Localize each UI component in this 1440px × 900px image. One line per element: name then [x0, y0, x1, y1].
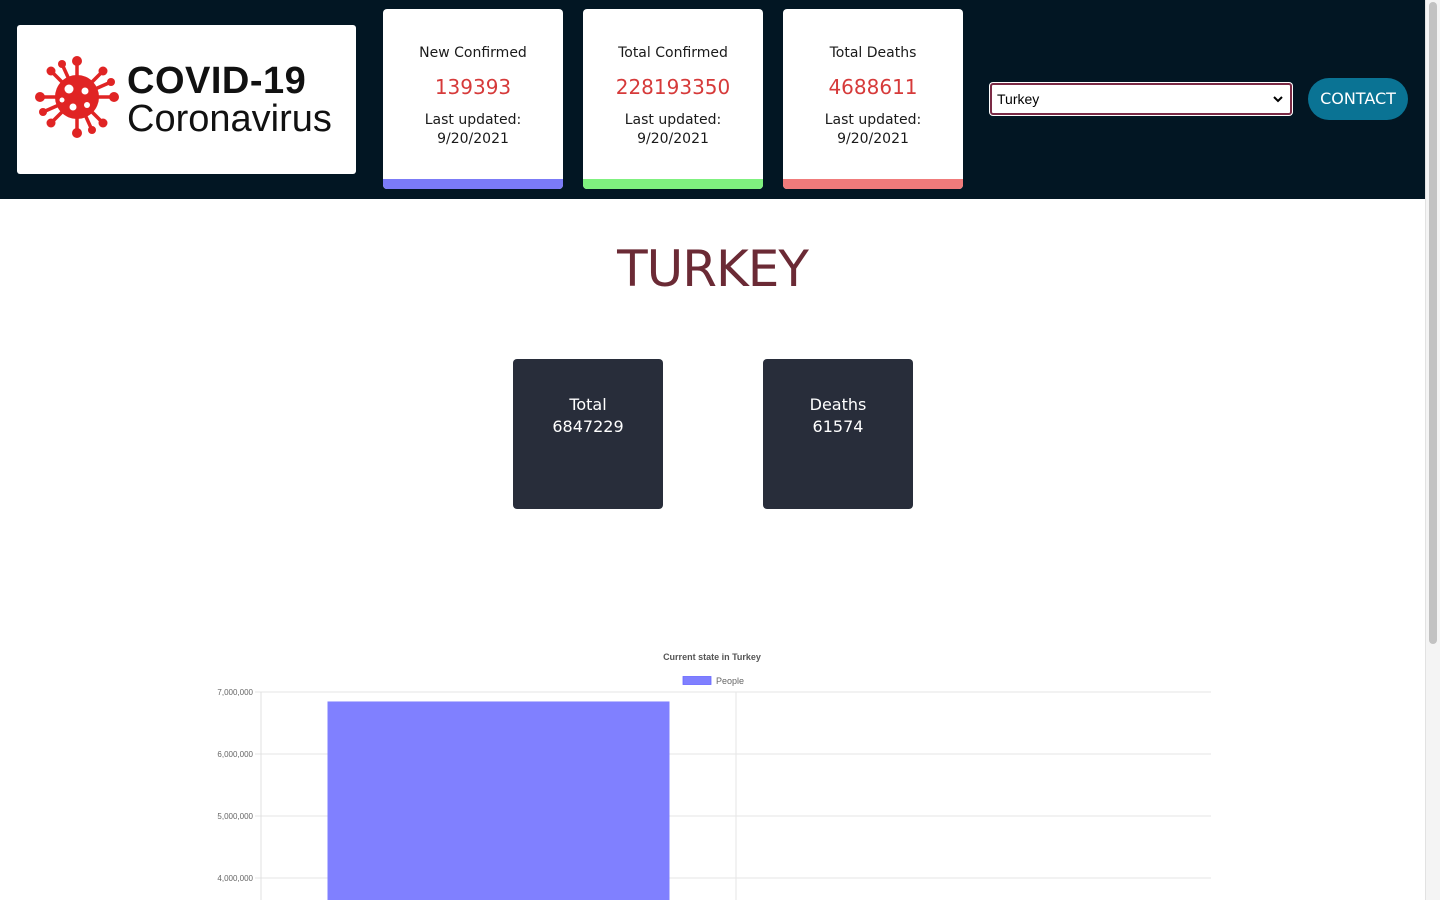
scrollbar[interactable]	[1425, 0, 1440, 900]
country-select-value: Turkey	[997, 91, 1040, 107]
updated-date: 9/20/2021	[437, 131, 509, 147]
updated-date: 9/20/2021	[837, 131, 909, 147]
card-accent-bar	[383, 179, 563, 189]
bar-chart: Current state in Turkey People 7,000,000 6,…	[217, 652, 1211, 900]
logo[interactable]: COVID-19 Coronavirus	[17, 25, 356, 174]
y-tick-label: 7,000,000	[217, 688, 253, 697]
card-label: Total Deaths	[829, 45, 917, 61]
card-updated: Last updated: 9/20/2021	[783, 111, 963, 149]
y-tick-label: 5,000,000	[217, 812, 253, 821]
card-updated: Last updated: 9/20/2021	[583, 111, 763, 149]
total-deaths-card: Total Deaths 4688611 Last updated: 9/20/…	[783, 9, 963, 189]
deaths-card: Deaths 61574	[763, 359, 913, 509]
y-tick-label: 4,000,000	[217, 874, 253, 883]
new-confirmed-card: New Confirmed 139393 Last updated: 9/20/…	[383, 9, 563, 189]
logo-subtitle: Coronavirus	[127, 98, 332, 140]
card-label: Total Confirmed	[618, 45, 728, 61]
updated-label: Last updated:	[424, 112, 522, 128]
updated-label: Last updated:	[824, 112, 922, 128]
chart-title: Current state in Turkey	[663, 652, 761, 662]
total-confirmed-card: Total Confirmed 228193350 Last updated: …	[583, 9, 763, 189]
y-tick-label: 6,000,000	[217, 750, 253, 759]
header: COVID-19 Coronavirus New Confirmed 13939…	[0, 0, 1425, 199]
virus-icon	[35, 56, 119, 138]
updated-label: Last updated:	[624, 112, 722, 128]
legend-label: People	[716, 676, 744, 686]
total-value: 6847229	[552, 417, 624, 436]
updated-date: 9/20/2021	[637, 131, 709, 147]
total-label: Total	[569, 395, 607, 414]
card-accent-bar	[783, 179, 963, 189]
card-value: 228193350	[615, 75, 731, 99]
card-updated: Last updated: 9/20/2021	[383, 111, 563, 149]
contact-button[interactable]: CONTACT	[1308, 78, 1408, 120]
card-value: 4688611	[828, 75, 918, 99]
legend-swatch	[682, 676, 712, 685]
page: COVID-19 Coronavirus New Confirmed 13939…	[0, 0, 1425, 900]
chevron-down-icon	[1273, 96, 1283, 103]
card-label: New Confirmed	[419, 45, 527, 61]
total-card: Total 6847229	[513, 359, 663, 509]
bar	[327, 701, 670, 900]
country-select[interactable]: Turkey	[990, 83, 1292, 115]
card-accent-bar	[583, 179, 763, 189]
deaths-value: 61574	[812, 417, 864, 436]
scrollbar-thumb[interactable]	[1429, 2, 1437, 644]
country-title: TURKEY	[617, 240, 809, 298]
card-value: 139393	[434, 75, 512, 99]
deaths-label: Deaths	[809, 395, 867, 414]
